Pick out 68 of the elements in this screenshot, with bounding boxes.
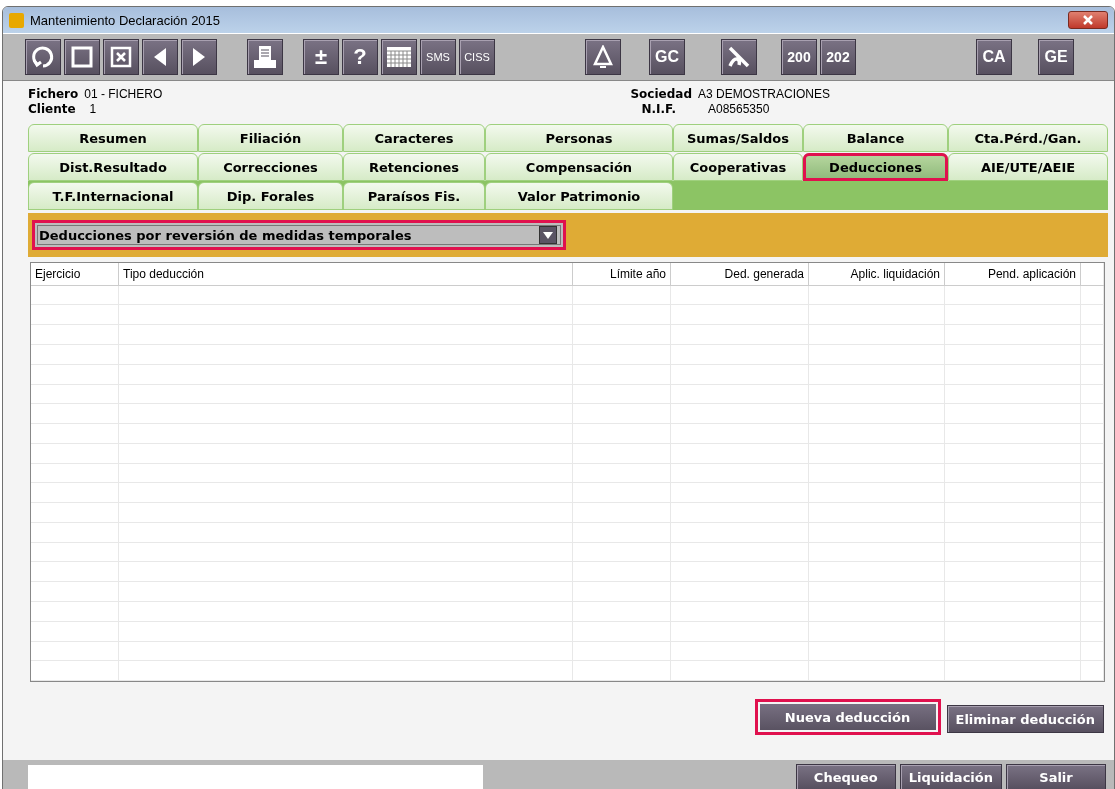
tab[interactable]: Dip. Forales bbox=[198, 182, 343, 210]
column-header: Pend. aplicación bbox=[945, 263, 1081, 285]
toolbar-button[interactable]: CISS bbox=[459, 39, 495, 75]
toolbar-button[interactable] bbox=[142, 39, 178, 75]
column-header: Ded. generada bbox=[671, 263, 809, 285]
field-value: A08565350 bbox=[708, 102, 770, 117]
tab[interactable]: Dist.Resultado bbox=[28, 153, 198, 181]
footer-button[interactable]: Liquidación bbox=[899, 764, 1002, 789]
field-label: Cliente bbox=[28, 102, 76, 117]
toolbar-button[interactable] bbox=[247, 39, 283, 75]
tab[interactable]: Personas bbox=[485, 124, 673, 152]
toolbar-button[interactable]: SMS bbox=[420, 39, 456, 75]
calendar-icon bbox=[386, 46, 412, 68]
window-title: Mantenimiento Declaración 2015 bbox=[30, 12, 222, 28]
toolbar-button[interactable]: 202 bbox=[820, 39, 856, 75]
deduction-type-dropdown[interactable]: Deducciones por reversión de medidas temporales bbox=[32, 220, 566, 250]
toolbar-button[interactable] bbox=[181, 39, 217, 75]
tab[interactable]: Deducciones bbox=[803, 153, 948, 181]
tab[interactable]: Caracteres bbox=[343, 124, 485, 152]
close-button[interactable] bbox=[1068, 11, 1108, 29]
refresh-icon bbox=[31, 45, 55, 69]
toolbar-button[interactable] bbox=[721, 39, 757, 75]
left-arrow-icon bbox=[153, 47, 167, 67]
field-label: Sociedad bbox=[630, 87, 692, 102]
tab[interactable]: Valor Patrimonio bbox=[485, 182, 673, 210]
tab[interactable]: Paraísos Fis. bbox=[343, 182, 485, 210]
tab[interactable]: Cta.Pérd./Gan. bbox=[948, 124, 1108, 152]
bell-icon bbox=[592, 45, 614, 69]
tab[interactable]: Balance bbox=[803, 124, 948, 152]
toolbar-button[interactable] bbox=[64, 39, 100, 75]
field-value: 01 - FICHERO bbox=[84, 87, 163, 102]
field-value: 1 bbox=[89, 102, 97, 117]
footer-button[interactable]: Salir bbox=[1006, 764, 1106, 789]
tab[interactable]: Cooperativas bbox=[673, 153, 803, 181]
field-label: N.I.F. bbox=[641, 102, 676, 117]
column-header: Límite año bbox=[573, 263, 671, 285]
tab[interactable]: Compensación bbox=[485, 153, 673, 181]
tab[interactable]: T.F.Internacional bbox=[28, 182, 198, 210]
column-header: Ejercicio bbox=[31, 263, 119, 285]
column-header: Aplic. liquidación bbox=[809, 263, 945, 285]
printer-icon bbox=[253, 45, 277, 69]
action-button[interactable]: Nueva deducción bbox=[754, 699, 941, 735]
tab[interactable]: Sumas/Saldos bbox=[673, 124, 803, 152]
close-icon bbox=[1083, 15, 1093, 25]
toolbar-button[interactable] bbox=[585, 39, 621, 75]
field-value: A3 DEMOSTRACIONES bbox=[698, 87, 831, 102]
toolbar-button[interactable]: ± bbox=[303, 39, 339, 75]
column-header: Tipo deducción bbox=[119, 263, 573, 285]
tab[interactable]: Resumen bbox=[28, 124, 198, 152]
toolbar-button[interactable] bbox=[103, 39, 139, 75]
toolbar-button[interactable]: GC bbox=[649, 39, 685, 75]
square-icon bbox=[71, 46, 93, 68]
toolbar-button[interactable]: GE bbox=[1038, 39, 1074, 75]
tab[interactable]: Correcciones bbox=[198, 153, 343, 181]
action-button[interactable]: Eliminar deducción bbox=[946, 705, 1104, 733]
tab[interactable]: Filiación bbox=[198, 124, 343, 152]
field-label: Fichero bbox=[28, 87, 79, 102]
right-arrow-icon bbox=[192, 47, 206, 67]
footer-button[interactable]: Chequeo bbox=[795, 764, 896, 789]
app-logo-icon bbox=[9, 12, 24, 28]
toolbar-button[interactable] bbox=[25, 39, 61, 75]
tab[interactable]: AIE/UTE/AEIE bbox=[948, 153, 1108, 181]
tab[interactable]: Retenciones bbox=[343, 153, 485, 181]
toolbar-button[interactable]: 200 bbox=[781, 39, 817, 75]
close-box-icon bbox=[110, 46, 132, 68]
toolbar-button[interactable] bbox=[381, 39, 417, 75]
toolbar-button[interactable]: CA bbox=[976, 39, 1012, 75]
toolbar-button[interactable]: ? bbox=[342, 39, 378, 75]
